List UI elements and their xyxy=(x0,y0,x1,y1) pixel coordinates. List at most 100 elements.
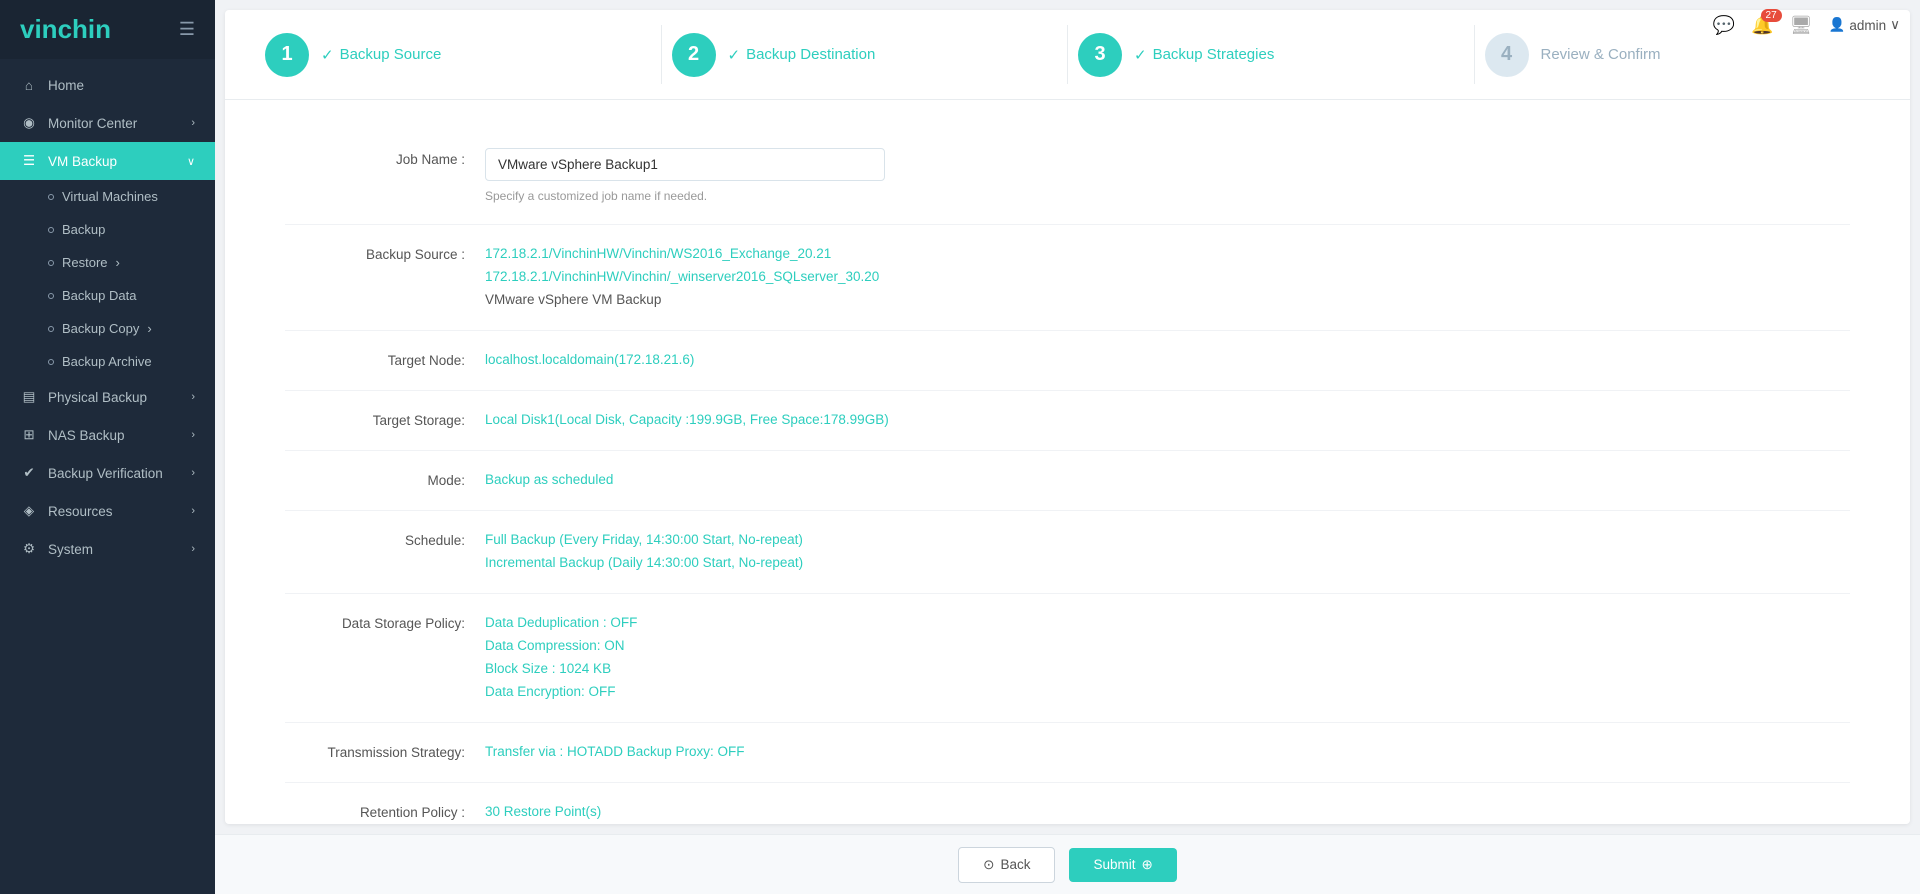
bottom-bar: ⊙ Back Submit ⊕ xyxy=(215,834,1920,894)
sidebar-item-backup[interactable]: Backup xyxy=(0,213,215,246)
step-3-circle: 3 xyxy=(1078,33,1122,77)
retention-value: 30 Restore Point(s) GFS Retention:OFF xyxy=(485,801,1850,824)
data-storage-value: Data Deduplication : OFF Data Compressio… xyxy=(485,612,1850,704)
sidebar-item-vm-backup-label: VM Backup xyxy=(48,154,117,169)
step-2-check-icon: ✓ xyxy=(728,46,741,64)
target-node-value: localhost.localdomain(172.18.21.6) xyxy=(485,349,1850,372)
chevron-right-icon: › xyxy=(191,543,195,555)
job-name-row: Job Name : Specify a customized job name… xyxy=(285,130,1850,225)
dot-icon xyxy=(48,194,54,200)
dot-icon xyxy=(48,359,54,365)
submit-arrow-icon: ⊕ xyxy=(1142,857,1153,873)
sidebar-item-label: Backup Verification xyxy=(48,466,163,481)
job-name-input[interactable] xyxy=(485,148,885,181)
topbar: 💬 🔔 27 🖥 👤 admin ∨ xyxy=(1693,0,1920,50)
sidebar-item-resources[interactable]: ◈ Resources › xyxy=(0,492,215,530)
sidebar-item-restore[interactable]: Restore › xyxy=(0,246,215,279)
submit-button[interactable]: Submit ⊕ xyxy=(1069,848,1176,882)
step-3-check-icon: ✓ xyxy=(1134,46,1147,64)
retention-row: Retention Policy : 30 Restore Point(s) G… xyxy=(285,783,1850,824)
chevron-right-icon: › xyxy=(191,391,195,403)
sidebar-item-label: Resources xyxy=(48,504,113,519)
step-3: 3 ✓ Backup Strategies xyxy=(1068,10,1474,99)
notification-bell[interactable]: 🔔 27 xyxy=(1751,15,1773,36)
sidebar-item-label: NAS Backup xyxy=(48,428,125,443)
sidebar-sub-label: Virtual Machines xyxy=(62,189,158,204)
sidebar-sub-label: Backup Data xyxy=(62,288,136,303)
sidebar-item-home[interactable]: ⌂ Home xyxy=(0,67,215,104)
sidebar-item-home-label: Home xyxy=(48,78,84,93)
sidebar-item-monitor[interactable]: ◉ Monitor Center › xyxy=(0,104,215,142)
monitor-icon: ◉ xyxy=(20,115,38,131)
data-storage-line-2: Data Compression: ON xyxy=(485,635,1850,658)
target-storage-label: Target Storage: xyxy=(285,409,485,428)
notification-badge: 27 xyxy=(1761,9,1782,22)
chevron-right-icon: › xyxy=(191,467,195,479)
physical-backup-icon: ▤ xyxy=(20,389,38,405)
sidebar-item-virtual-machines[interactable]: Virtual Machines xyxy=(0,180,215,213)
user-menu[interactable]: 👤 admin ∨ xyxy=(1829,17,1900,33)
sidebar-item-backup-data[interactable]: Backup Data xyxy=(0,279,215,312)
sidebar-item-vm-backup[interactable]: ☰ VM Backup ∨ xyxy=(0,142,215,180)
data-storage-line-3: Block Size : 1024 KB xyxy=(485,658,1850,681)
step-1-label: ✓ Backup Source xyxy=(321,46,441,64)
step-3-label: ✓ Backup Strategies xyxy=(1134,46,1274,64)
retention-line-1: 30 Restore Point(s) xyxy=(485,801,1850,824)
step-1: 1 ✓ Backup Source xyxy=(255,10,661,99)
step-4-label: Review & Confirm xyxy=(1541,46,1661,63)
sidebar-item-system[interactable]: ⚙ System › xyxy=(0,530,215,568)
chevron-right-icon: › xyxy=(191,117,195,129)
sidebar-item-monitor-label: Monitor Center xyxy=(48,116,137,131)
schedule-value: Full Backup (Every Friday, 14:30:00 Star… xyxy=(485,529,1850,575)
job-name-label: Job Name : xyxy=(285,148,485,167)
target-node-label: Target Node: xyxy=(285,349,485,368)
backup-source-value: 172.18.2.1/VinchinHW/Vinchin/WS2016_Exch… xyxy=(485,243,1850,312)
sidebar-item-backup-copy[interactable]: Backup Copy › xyxy=(0,312,215,345)
logo-part2: chin xyxy=(58,14,111,44)
step-1-circle: 1 xyxy=(265,33,309,77)
sidebar-item-physical-backup[interactable]: ▤ Physical Backup › xyxy=(0,378,215,416)
schedule-line-1: Full Backup (Every Friday, 14:30:00 Star… xyxy=(485,529,1850,552)
back-button[interactable]: ⊙ Back xyxy=(958,847,1055,883)
transmission-value: Transfer via : HOTADD Backup Proxy: OFF xyxy=(485,741,1850,764)
content-area: 1 ✓ Backup Source 2 ✓ Backup Destination xyxy=(225,10,1910,824)
data-storage-label: Data Storage Policy: xyxy=(285,612,485,631)
step-2-label: ✓ Backup Destination xyxy=(728,46,876,64)
schedule-row: Schedule: Full Backup (Every Friday, 14:… xyxy=(285,511,1850,594)
chevron-down-icon: ∨ xyxy=(187,155,195,168)
vm-backup-icon: ☰ xyxy=(20,153,38,169)
data-storage-line-4: Data Encryption: OFF xyxy=(485,681,1850,704)
chevron-right-icon: › xyxy=(191,429,195,441)
message-icon[interactable]: 💬 xyxy=(1713,15,1735,36)
sidebar-item-nas-backup[interactable]: ⊞ NAS Backup › xyxy=(0,416,215,454)
sidebar-header: vinchin ☰ xyxy=(0,0,215,59)
home-icon: ⌂ xyxy=(20,78,38,93)
target-node-row: Target Node: localhost.localdomain(172.1… xyxy=(285,331,1850,391)
dot-icon xyxy=(48,260,54,266)
sidebar-item-backup-archive[interactable]: Backup Archive xyxy=(0,345,215,378)
dot-icon xyxy=(48,326,54,332)
step-2: 2 ✓ Backup Destination xyxy=(662,10,1068,99)
job-name-field-area: Specify a customized job name if needed. xyxy=(485,148,1850,206)
backup-source-line-3: VMware vSphere VM Backup xyxy=(485,289,1850,312)
sidebar-item-backup-verification[interactable]: ✔ Backup Verification › xyxy=(0,454,215,492)
chevron-right-icon: › xyxy=(147,321,151,336)
main-area: 💬 🔔 27 🖥 👤 admin ∨ 1 ✓ Backup Source xyxy=(215,0,1920,894)
logo: vinchin xyxy=(20,14,111,45)
resources-icon: ◈ xyxy=(20,503,38,519)
verification-icon: ✔ xyxy=(20,465,38,481)
target-storage-row: Target Storage: Local Disk1(Local Disk, … xyxy=(285,391,1850,451)
chevron-right-icon: › xyxy=(116,255,120,270)
mode-label: Mode: xyxy=(285,469,485,488)
nas-icon: ⊞ xyxy=(20,427,38,443)
target-storage-value: Local Disk1(Local Disk, Capacity :199.9G… xyxy=(485,409,1850,432)
sidebar-sub-label: Backup Archive xyxy=(62,354,152,369)
backup-source-label: Backup Source : xyxy=(285,243,485,262)
step-1-check-icon: ✓ xyxy=(321,46,334,64)
sidebar: vinchin ☰ ⌂ Home ◉ Monitor Center › ☰ VM… xyxy=(0,0,215,894)
sidebar-sub-label: Restore xyxy=(62,255,108,270)
sidebar-toggle-icon[interactable]: ☰ xyxy=(179,19,195,40)
schedule-line-2: Incremental Backup (Daily 14:30:00 Start… xyxy=(485,552,1850,575)
data-storage-row: Data Storage Policy: Data Deduplication … xyxy=(285,594,1850,723)
monitor-display-icon[interactable]: 🖥 xyxy=(1790,15,1813,36)
